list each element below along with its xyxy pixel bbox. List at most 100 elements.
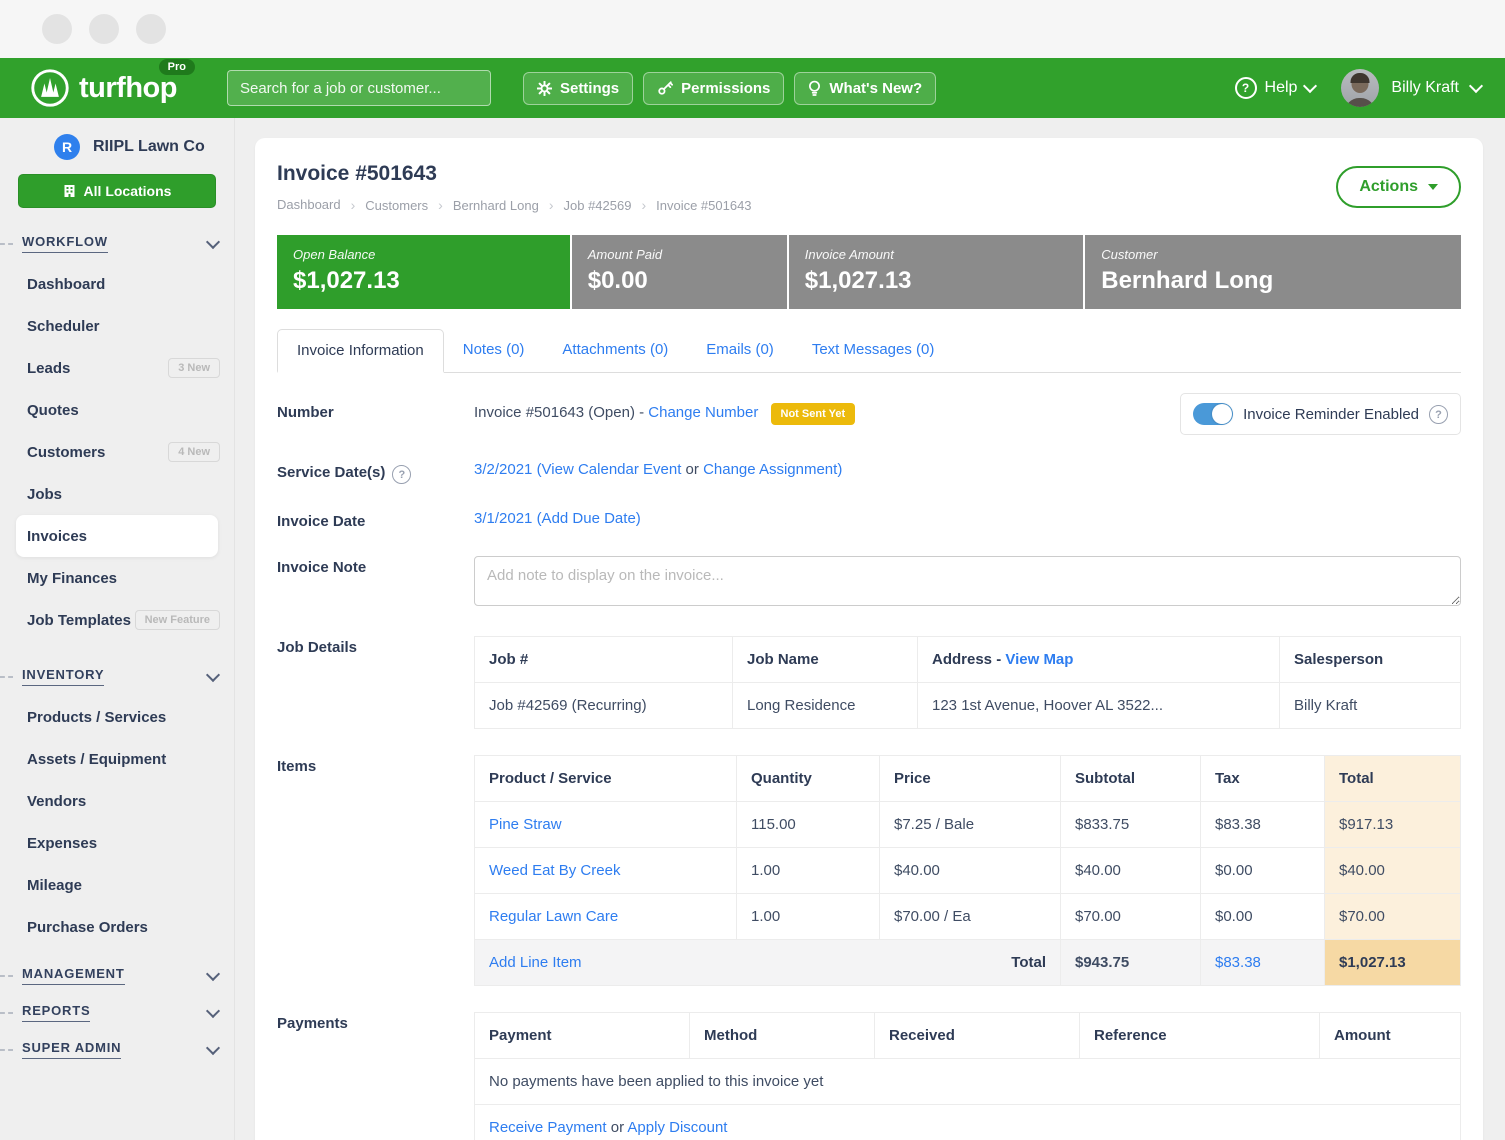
inventory-section-header[interactable]: INVENTORY	[0, 667, 234, 686]
add-line-item-link[interactable]: Add Line Item	[489, 954, 582, 971]
item-tax: $0.00	[1201, 848, 1325, 894]
add-due-date-link[interactable]: (Add Due Date)	[537, 510, 641, 527]
sidebar-item-job-templates[interactable]: Job TemplatesNew Feature	[0, 599, 234, 641]
items-footer-row: Add Line Item Total $943.75 $83.38 $1,02…	[475, 940, 1461, 986]
service-date-link[interactable]: 3/2/2021	[474, 461, 532, 478]
sidebar-item-vendors[interactable]: Vendors	[0, 780, 234, 822]
items-total-tax-link[interactable]: $83.38	[1215, 954, 1261, 971]
sidebar-item-mileage[interactable]: Mileage	[0, 864, 234, 906]
sidebar-item-dashboard[interactable]: Dashboard	[0, 263, 234, 305]
sidebar-item-my-finances[interactable]: My Finances	[0, 557, 234, 599]
sidebar-item-jobs[interactable]: Jobs	[0, 473, 234, 515]
tab-attachments[interactable]: Attachments (0)	[543, 329, 687, 372]
or-text: or	[611, 1119, 624, 1136]
invoice-reminder-toggle[interactable]	[1193, 403, 1233, 425]
receive-payment-link[interactable]: Receive Payment	[489, 1119, 607, 1136]
sidebar-section-workflow: WORKFLOW Dashboard Scheduler Leads3 New …	[0, 234, 234, 641]
window-dot	[136, 14, 166, 44]
item-subtotal: $40.00	[1061, 848, 1201, 894]
customers-new-badge: 4 New	[168, 442, 220, 462]
org-row[interactable]: R RIIPL Lawn Co	[0, 134, 234, 160]
management-section-header[interactable]: MANAGEMENT	[0, 966, 234, 985]
whats-new-label: What's New?	[829, 80, 922, 97]
item-total: $40.00	[1325, 848, 1461, 894]
sidebar-item-products-services[interactable]: Products / Services	[0, 696, 234, 738]
permissions-button[interactable]: Permissions	[643, 72, 784, 105]
workflow-label: WORKFLOW	[22, 234, 108, 253]
management-label: MANAGEMENT	[22, 966, 125, 985]
view-map-link[interactable]: View Map	[1005, 651, 1073, 668]
tab-notes[interactable]: Notes (0)	[444, 329, 544, 372]
invoice-date-link[interactable]: 3/1/2021	[474, 510, 532, 527]
sidebar-item-purchase-orders[interactable]: Purchase Orders	[0, 906, 234, 948]
number-value-group: Invoice #501643 (Open) - Change Number N…	[474, 403, 855, 425]
change-assignment-link[interactable]: Change Assignment)	[703, 461, 842, 478]
super-admin-section-header[interactable]: SUPER ADMIN	[0, 1040, 234, 1059]
item-link[interactable]: Regular Lawn Care	[489, 908, 618, 925]
reports-section-header[interactable]: REPORTS	[0, 1003, 234, 1022]
caret-down-icon	[1428, 184, 1438, 190]
page-title: Invoice #501643	[277, 162, 752, 186]
all-locations-button[interactable]: All Locations	[18, 174, 216, 208]
breadcrumb-dashboard[interactable]: Dashboard	[277, 197, 341, 213]
invoice-amount-card: Invoice Amount $1,027.13	[789, 235, 1084, 309]
item-price: $40.00	[880, 848, 1061, 894]
breadcrumb: Dashboard Customers Bernhard Long Job #4…	[277, 197, 752, 213]
payments-empty-text: No payments have been applied to this in…	[475, 1059, 1461, 1105]
breadcrumb-customer-name[interactable]: Bernhard Long	[438, 197, 539, 213]
or-text: or	[686, 461, 699, 478]
price-header: Price	[880, 756, 1061, 802]
invoice-card: Invoice #501643 Dashboard Customers Bern…	[255, 138, 1483, 1140]
leads-new-badge: 3 New	[168, 358, 220, 378]
actions-button[interactable]: Actions	[1336, 166, 1461, 208]
breadcrumb-job[interactable]: Job #42569	[549, 197, 632, 213]
question-circle-icon[interactable]: ?	[392, 465, 411, 484]
all-locations-label: All Locations	[84, 183, 172, 199]
item-link[interactable]: Pine Straw	[489, 816, 562, 833]
number-label: Number	[277, 401, 474, 435]
sidebar-item-leads[interactable]: Leads3 New	[0, 347, 234, 389]
tab-invoice-information[interactable]: Invoice Information	[277, 329, 444, 373]
sidebar-item-scheduler[interactable]: Scheduler	[0, 305, 234, 347]
received-header: Received	[875, 1013, 1080, 1059]
invoice-reminder-box: Invoice Reminder Enabled ?	[1180, 393, 1461, 435]
tab-emails[interactable]: Emails (0)	[687, 329, 793, 372]
sidebar-section-management: MANAGEMENT	[0, 966, 234, 985]
whats-new-button[interactable]: What's New?	[794, 72, 936, 105]
brand-logo[interactable]: turfhop Pro	[30, 68, 177, 108]
amount-paid-card: Amount Paid $0.00	[572, 235, 787, 309]
tab-text-messages[interactable]: Text Messages (0)	[793, 329, 954, 372]
sidebar-item-assets-equipment[interactable]: Assets / Equipment	[0, 738, 234, 780]
global-search-input[interactable]	[227, 70, 491, 106]
help-menu[interactable]: ? Help	[1235, 77, 1316, 99]
job-salesperson-cell: Billy Kraft	[1280, 683, 1461, 729]
sidebar-item-quotes[interactable]: Quotes	[0, 389, 234, 431]
item-link[interactable]: Weed Eat By Creek	[489, 862, 620, 879]
item-tax: $83.38	[1201, 802, 1325, 848]
item-subtotal: $833.75	[1061, 802, 1201, 848]
items-label: Items	[277, 755, 474, 986]
job-number-header: Job #	[475, 637, 733, 683]
sidebar-item-customers[interactable]: Customers4 New	[0, 431, 234, 473]
items-grand-total: $1,027.13	[1325, 940, 1461, 986]
sidebar-section-super-admin: SUPER ADMIN	[0, 1040, 234, 1059]
open-balance-value: $1,027.13	[293, 267, 554, 295]
item-tax: $0.00	[1201, 894, 1325, 940]
sidebar-item-expenses[interactable]: Expenses	[0, 822, 234, 864]
reference-header: Reference	[1080, 1013, 1320, 1059]
lightbulb-icon	[808, 80, 821, 97]
user-menu[interactable]: Billy Kraft	[1341, 69, 1481, 107]
settings-button[interactable]: Settings	[523, 72, 633, 105]
change-number-link[interactable]: Change Number	[648, 404, 758, 421]
chevron-down-icon	[206, 668, 220, 682]
view-calendar-event-link[interactable]: (View Calendar Event	[537, 461, 682, 478]
breadcrumb-customers[interactable]: Customers	[351, 197, 429, 213]
apply-discount-link[interactable]: Apply Discount	[627, 1119, 727, 1136]
invoice-note-input[interactable]	[474, 556, 1461, 606]
method-header: Method	[690, 1013, 875, 1059]
workflow-section-header[interactable]: WORKFLOW	[0, 234, 234, 253]
question-circle-icon[interactable]: ?	[1429, 405, 1448, 424]
sidebar-section-inventory: INVENTORY Products / Services Assets / E…	[0, 667, 234, 948]
summary-cards: Open Balance $1,027.13 Amount Paid $0.00…	[277, 235, 1461, 309]
sidebar-item-invoices[interactable]: Invoices	[16, 515, 218, 557]
